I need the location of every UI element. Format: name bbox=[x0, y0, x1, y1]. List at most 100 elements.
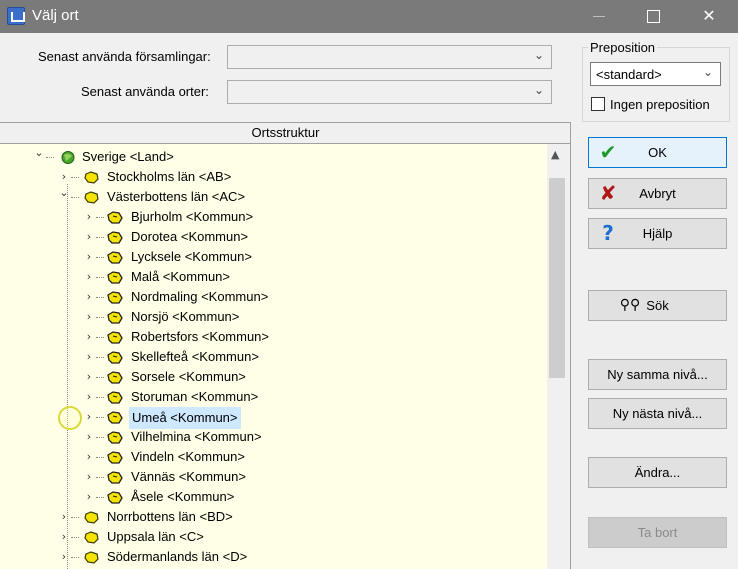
scrollbar-thumb[interactable] bbox=[549, 178, 565, 378]
tree-node-label: Storuman <Kommun> bbox=[131, 389, 259, 404]
no-preposition-label: Ingen preposition bbox=[610, 97, 710, 112]
tree-node-label: Sorsele <Kommun> bbox=[131, 369, 246, 384]
tree-node-label: Uppsala län <C> bbox=[107, 529, 204, 544]
tree-node[interactable]: › Norsjö <Kommun> bbox=[0, 307, 540, 327]
municipality-icon bbox=[107, 350, 123, 364]
chevron-right-icon[interactable]: › bbox=[58, 547, 70, 567]
search-button[interactable]: ⚲⚲ Sök bbox=[588, 290, 727, 321]
chevron-right-icon[interactable]: › bbox=[83, 427, 95, 447]
tree-node[interactable]: › Lycksele <Kommun> bbox=[0, 247, 540, 267]
new-same-level-label: Ny samma nivå... bbox=[607, 367, 708, 382]
chevron-right-icon[interactable]: › bbox=[83, 287, 95, 307]
new-same-level-button[interactable]: Ny samma nivå... bbox=[588, 359, 727, 390]
ok-button[interactable]: ✔ OK bbox=[588, 137, 727, 168]
municipality-icon bbox=[107, 410, 123, 424]
globe-icon bbox=[60, 150, 76, 164]
tree-node[interactable]: ⌄ Västerbottens län <AC> bbox=[0, 186, 540, 207]
municipality-icon bbox=[107, 450, 123, 464]
tree-node[interactable]: › Vindeln <Kommun> bbox=[0, 447, 540, 467]
tree-connector bbox=[71, 177, 79, 178]
chevron-right-icon[interactable]: › bbox=[83, 407, 95, 427]
municipality-icon bbox=[107, 470, 123, 484]
tree-connector bbox=[96, 337, 104, 338]
chevron-right-icon[interactable]: › bbox=[83, 347, 95, 367]
chevron-right-icon[interactable]: › bbox=[58, 507, 70, 527]
tree-scrollbar[interactable]: ▲ bbox=[547, 144, 566, 569]
chevron-down-icon: ⌄ bbox=[533, 48, 544, 62]
tree-node[interactable]: › Uppsala län <C> bbox=[0, 527, 540, 547]
municipality-icon bbox=[107, 330, 123, 344]
edit-button[interactable]: Ändra... bbox=[588, 457, 727, 488]
tree-connector bbox=[71, 537, 79, 538]
tree-node[interactable]: › Norrbottens län <BD> bbox=[0, 507, 540, 527]
tree-connector bbox=[96, 497, 104, 498]
binoculars-icon: ⚲⚲ bbox=[619, 297, 641, 313]
tree-node-label: Dorotea <Kommun> bbox=[131, 229, 249, 244]
tree-node[interactable]: › Vännäs <Kommun> bbox=[0, 467, 540, 487]
tree-node-label: Södermanlands län <D> bbox=[107, 549, 248, 564]
chevron-right-icon[interactable]: › bbox=[83, 367, 95, 387]
tree-node[interactable]: › Nordmaling <Kommun> bbox=[0, 287, 540, 307]
chevron-right-icon[interactable]: › bbox=[83, 327, 95, 347]
tree-node[interactable]: › Malå <Kommun> bbox=[0, 267, 540, 287]
chevron-down-icon[interactable]: ⌄ bbox=[33, 144, 45, 163]
chevron-right-icon[interactable]: › bbox=[83, 447, 95, 467]
preposition-select[interactable]: <standard> ⌄ bbox=[590, 62, 721, 86]
tree-node[interactable]: › Skellefteå <Kommun> bbox=[0, 347, 540, 367]
recent-parishes-combo[interactable]: ⌄ bbox=[227, 45, 552, 69]
scroll-up-icon[interactable]: ▲ bbox=[551, 148, 559, 161]
tree-node[interactable]: › Bjurholm <Kommun> bbox=[0, 207, 540, 227]
tree-node-label: Sverige <Land> bbox=[82, 149, 174, 164]
chevron-down-icon[interactable]: ⌄ bbox=[58, 183, 70, 203]
no-preposition-checkbox[interactable] bbox=[591, 97, 605, 111]
tree-connector bbox=[71, 517, 79, 518]
chevron-right-icon[interactable]: › bbox=[83, 467, 95, 487]
tree-node[interactable]: › Storuman <Kommun> bbox=[0, 387, 540, 407]
chevron-right-icon[interactable]: › bbox=[83, 307, 95, 327]
chevron-right-icon[interactable]: › bbox=[83, 227, 95, 247]
tree-node[interactable]: ⌄ Sverige <Land> bbox=[0, 144, 540, 167]
cancel-button[interactable]: ✘ Avbryt bbox=[588, 178, 727, 209]
county-icon bbox=[84, 510, 100, 524]
county-icon bbox=[84, 550, 100, 564]
minimize-button[interactable] bbox=[576, 0, 622, 33]
chevron-right-icon[interactable]: › bbox=[83, 387, 95, 407]
tree-connector bbox=[96, 277, 104, 278]
help-button[interactable]: ? Hjälp bbox=[588, 218, 727, 249]
ok-button-label: OK bbox=[648, 145, 667, 160]
tree-connector bbox=[96, 357, 104, 358]
delete-button-label: Ta bort bbox=[637, 525, 678, 540]
tree-node-label: Skellefteå <Kommun> bbox=[131, 349, 259, 364]
chevron-right-icon[interactable]: › bbox=[83, 487, 95, 507]
chevron-right-icon[interactable]: › bbox=[83, 267, 95, 287]
tree-node[interactable]: › Sorsele <Kommun> bbox=[0, 367, 540, 387]
search-button-label: Sök bbox=[646, 298, 669, 313]
delete-button: Ta bort bbox=[588, 517, 727, 548]
municipality-icon bbox=[107, 390, 123, 404]
tree-node[interactable]: › Vilhelmina <Kommun> bbox=[0, 427, 540, 447]
tree-node[interactable]: › Åsele <Kommun> bbox=[0, 487, 540, 507]
chevron-right-icon[interactable]: › bbox=[83, 207, 95, 227]
tree-right-border bbox=[570, 122, 571, 569]
recent-places-combo[interactable]: ⌄ bbox=[227, 80, 552, 104]
tree-node-label: Västerbottens län <AC> bbox=[107, 189, 246, 204]
new-next-level-button[interactable]: Ny nästa nivå... bbox=[588, 398, 727, 429]
tree-node-label: Vilhelmina <Kommun> bbox=[131, 429, 262, 444]
tree-node-label: Vindeln <Kommun> bbox=[131, 449, 245, 464]
close-button[interactable]: ✕ bbox=[686, 0, 732, 33]
tree-node[interactable]: › Robertsfors <Kommun> bbox=[0, 327, 540, 347]
tree-connector bbox=[96, 417, 104, 418]
tree-node[interactable]: › Södermanlands län <D> bbox=[0, 547, 540, 567]
tree-node[interactable]: › Dorotea <Kommun> bbox=[0, 227, 540, 247]
tree-connector bbox=[96, 397, 104, 398]
help-button-label: Hjälp bbox=[642, 226, 673, 241]
place-tree[interactable]: ⌄ Sverige <Land> › Stockholms län <AB> ⌄ Väst… bbox=[0, 144, 547, 569]
chevron-right-icon[interactable]: › bbox=[58, 527, 70, 547]
cursor-highlight bbox=[58, 406, 82, 430]
tree-connector bbox=[71, 197, 79, 198]
tree-node-label: Norsjö <Kommun> bbox=[131, 309, 240, 324]
maximize-button[interactable] bbox=[629, 0, 675, 33]
chevron-right-icon[interactable]: › bbox=[83, 247, 95, 267]
tree-node[interactable]: › Stockholms län <AB> bbox=[0, 167, 540, 187]
tree-connector bbox=[96, 237, 104, 238]
